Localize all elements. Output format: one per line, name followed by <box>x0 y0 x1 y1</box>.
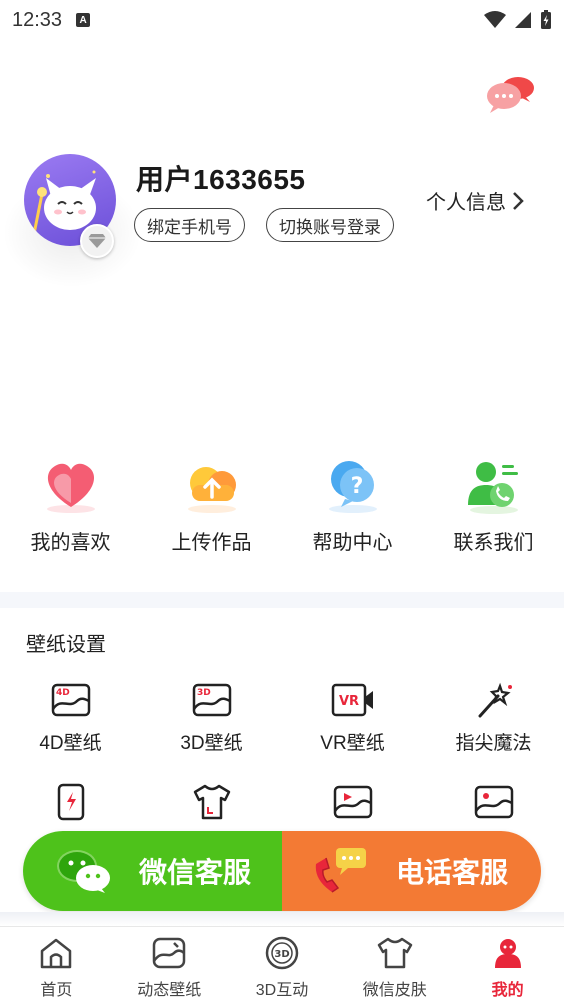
personal-info-link[interactable]: 个人信息 <box>426 186 524 215</box>
chevron-right-icon <box>513 191 524 210</box>
phone-service-button[interactable]: 电话客服 <box>282 831 541 911</box>
dynamic-wallpaper-icon <box>150 935 188 971</box>
wechat-icon <box>57 850 110 893</box>
3d-wallpaper-icon: 3D <box>190 680 234 720</box>
profile-section: 用户1633655 绑定手机号 切换账号登录 个人信息 <box>0 140 564 290</box>
video-wallpaper-icon <box>331 782 375 822</box>
upload-cloud-icon <box>177 452 247 518</box>
image-wallpaper-icon <box>472 782 516 822</box>
help-bubble-icon: ? <box>318 452 388 518</box>
setting-label: 4D壁纸 <box>39 733 102 754</box>
quick-item-label: 上传作品 <box>171 532 252 554</box>
notification-a-icon: A <box>76 13 91 27</box>
svg-text:?: ? <box>350 474 363 499</box>
username: 用户1633655 <box>136 164 306 195</box>
setting-vr-wallpaper[interactable]: VR VR壁纸 <box>282 680 423 754</box>
quick-item-help[interactable]: ? 帮助中心 <box>282 452 423 562</box>
wallpaper-settings-row-1: 4D 4D壁纸 3D 3D壁纸 VR VR壁纸 指尖魔法 <box>0 680 564 754</box>
customer-service-bar: 微信客服 电话客服 <box>23 831 541 911</box>
setting-wechat-skin[interactable] <box>141 782 282 822</box>
setting-4d-wallpaper[interactable]: 4D 4D壁纸 <box>0 680 141 754</box>
quick-item-label: 帮助中心 <box>312 532 393 554</box>
setting-label: 3D壁纸 <box>180 733 243 754</box>
quick-item-contact[interactable]: 联系我们 <box>423 452 564 562</box>
wifi-icon <box>484 11 506 28</box>
wallpaper-settings-title: 壁纸设置 <box>26 634 106 656</box>
mine-icon <box>489 935 527 971</box>
quick-actions: 我的喜欢 上传作品 ? 帮助中心 联系我们 <box>0 452 564 562</box>
phone-charge-icon <box>49 782 93 822</box>
bind-phone-button[interactable]: 绑定手机号 <box>134 208 245 242</box>
setting-charging-wallpaper[interactable] <box>0 782 141 822</box>
tab-dynamic-wallpaper[interactable]: 动态壁纸 <box>113 927 226 1004</box>
quick-item-favorites[interactable]: 我的喜欢 <box>0 452 141 562</box>
tab-home[interactable]: 首页 <box>0 927 113 1004</box>
section-divider <box>0 592 564 608</box>
tab-label: 3D互动 <box>255 982 309 999</box>
tab-mine[interactable]: 我的 <box>451 927 564 1004</box>
svg-text:VR: VR <box>339 694 359 709</box>
heart-icon <box>36 452 106 518</box>
quick-item-label: 我的喜欢 <box>30 532 111 554</box>
status-bar: 12:33 A <box>0 0 564 40</box>
contact-person-icon <box>459 452 529 518</box>
phone-service-label: 电话客服 <box>396 857 509 888</box>
tab-label: 微信皮肤 <box>362 982 427 999</box>
tab-label: 首页 <box>40 982 73 999</box>
signal-icon <box>515 12 531 28</box>
setting-fingertip-magic[interactable]: 指尖魔法 <box>423 680 564 754</box>
setting-label: 指尖魔法 <box>455 733 532 754</box>
svg-text:3D: 3D <box>274 949 289 960</box>
svg-text:3D: 3D <box>197 688 211 698</box>
quick-item-upload[interactable]: 上传作品 <box>141 452 282 562</box>
wallpaper-settings-row-2 <box>0 782 564 822</box>
switch-account-button[interactable]: 切换账号登录 <box>266 208 394 242</box>
phone-icon <box>315 848 366 893</box>
status-time: 12:33 <box>12 8 63 31</box>
home-icon <box>37 935 75 971</box>
chat-bubble-icon <box>487 77 534 113</box>
quick-item-label: 联系我们 <box>453 532 534 554</box>
setting-image-wallpaper[interactable] <box>423 782 564 822</box>
setting-video-wallpaper[interactable] <box>282 782 423 822</box>
battery-icon <box>541 10 551 29</box>
tab-3d-interact[interactable]: 3D 3D互动 <box>226 927 339 1004</box>
vip-diamond-badge <box>80 224 114 258</box>
messages-button[interactable] <box>484 75 536 115</box>
magic-wand-icon <box>472 680 516 720</box>
wechat-service-label: 微信客服 <box>139 857 252 888</box>
tab-label: 动态壁纸 <box>137 982 202 999</box>
4d-wallpaper-icon: 4D <box>49 680 93 720</box>
setting-label: VR壁纸 <box>320 733 385 754</box>
diamond-icon <box>88 234 106 248</box>
svg-text:4D: 4D <box>56 688 70 698</box>
wechat-skin-icon <box>376 935 414 971</box>
wechat-service-button[interactable]: 微信客服 <box>23 831 282 911</box>
tab-wechat-skin[interactable]: 微信皮肤 <box>338 927 451 1004</box>
tab-label: 我的 <box>491 982 524 999</box>
vr-wallpaper-icon: VR <box>331 680 375 720</box>
bottom-tab-bar: 首页 动态壁纸 3D 3D互动 微信皮肤 我的 <box>0 926 564 1004</box>
3d-interact-icon: 3D <box>263 935 301 971</box>
setting-3d-wallpaper[interactable]: 3D 3D壁纸 <box>141 680 282 754</box>
personal-info-label: 个人信息 <box>426 192 506 214</box>
tshirt-icon <box>190 782 234 822</box>
